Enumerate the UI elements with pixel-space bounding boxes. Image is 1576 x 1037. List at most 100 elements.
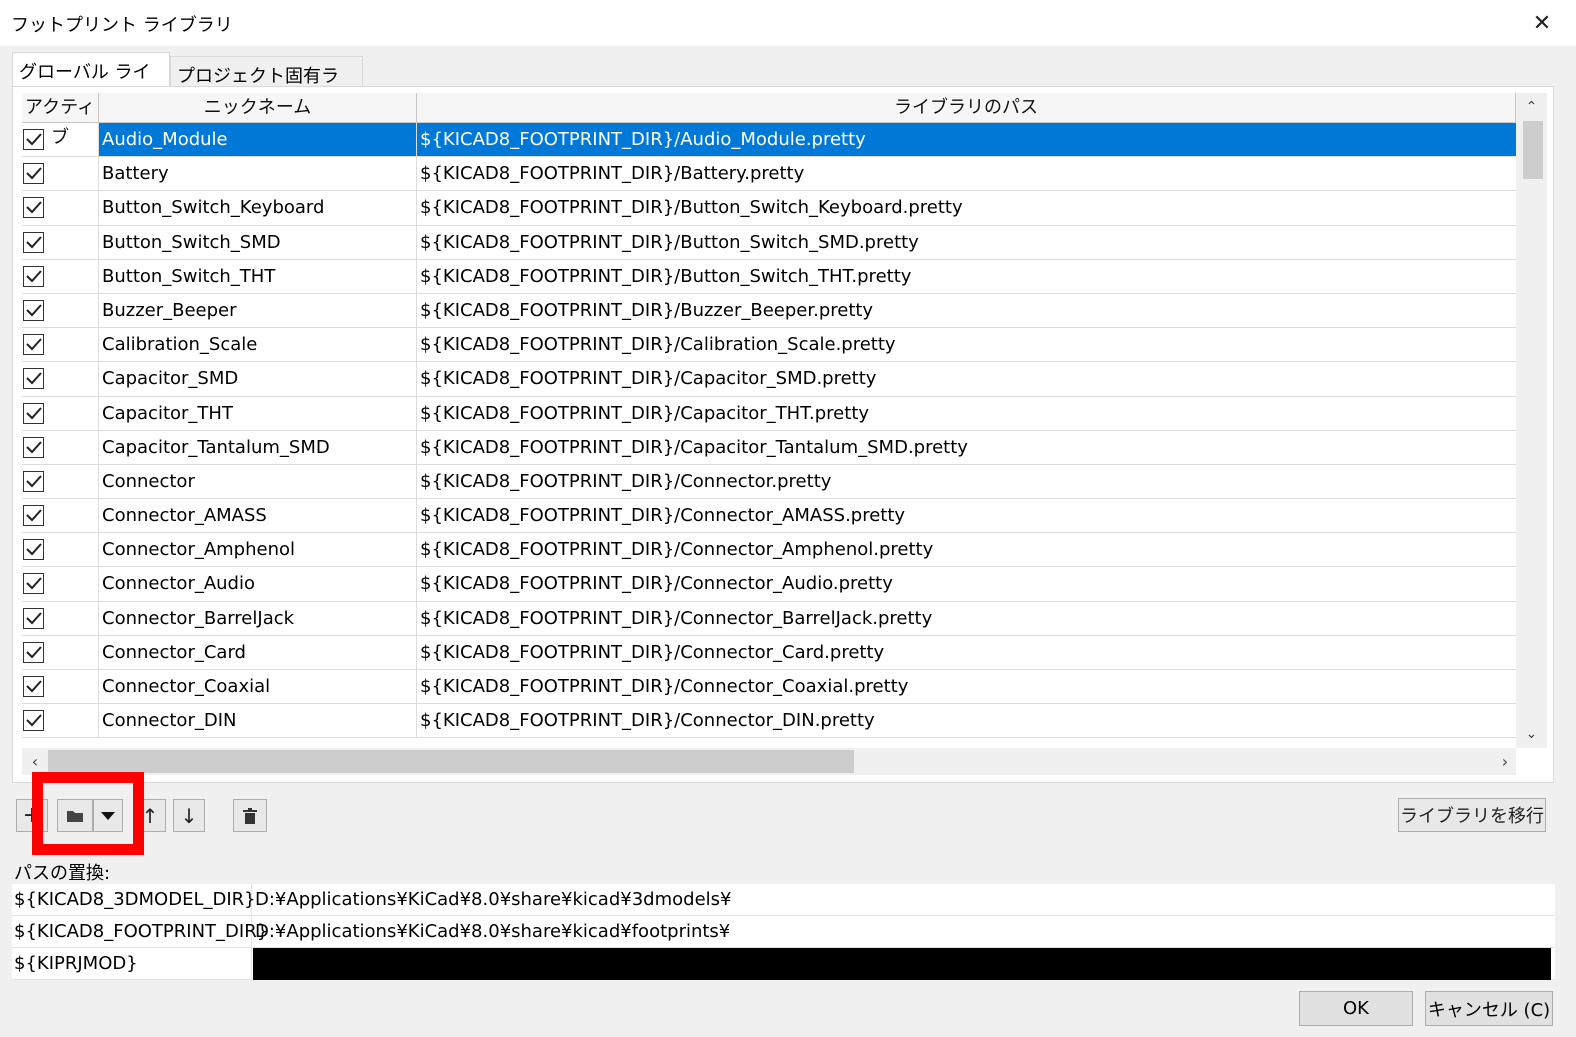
scroll-left-icon[interactable]: ‹ (22, 748, 48, 775)
move-up-button[interactable]: ↑ (134, 799, 166, 832)
scroll-right-icon[interactable]: › (1492, 748, 1518, 775)
nickname-cell[interactable]: Connector (99, 464, 417, 499)
table-row[interactable]: Button_Switch_THT ${KICAD8_FOOTPRINT_DIR}… (22, 259, 1516, 294)
active-checkbox[interactable] (23, 334, 44, 356)
tab-project-libraries[interactable]: プロジェクト固有ライブラリ (170, 56, 363, 113)
active-checkbox[interactable] (23, 710, 44, 732)
table-row[interactable]: Connector_Audio ${KICAD8_FOOTPRINT_DIR}/C… (22, 567, 1516, 602)
active-checkbox[interactable] (23, 505, 44, 527)
nickname-cell[interactable]: Connector_AMASS (99, 499, 417, 533)
table-row[interactable]: Capacitor_Tantalum_SMD ${KICAD8_FOOTPRINT… (22, 430, 1516, 465)
cancel-button[interactable]: キャンセル (C) (1425, 991, 1553, 1026)
nickname-cell[interactable]: Connector_Audio (99, 567, 417, 601)
library-path-cell[interactable]: ${KICAD8_FOOTPRINT_DIR}/Calibration_Scal… (417, 328, 1516, 361)
checkmark-icon (26, 270, 42, 283)
nickname-cell[interactable]: Connector_Amphenol (99, 533, 417, 567)
library-path-cell[interactable]: ${KICAD8_FOOTPRINT_DIR}/Audio_Module.pre… (417, 123, 1516, 157)
active-checkbox[interactable] (23, 539, 44, 561)
table-row[interactable]: Connector_Card ${KICAD8_FOOTPRINT_DIR}/Co… (22, 635, 1516, 670)
table-row[interactable]: Battery ${KICAD8_FOOTPRINT_DIR}/Battery.p… (22, 157, 1516, 192)
checkmark-icon (26, 680, 42, 693)
column-header-active[interactable]: アクティブ (22, 93, 99, 148)
nickname-cell[interactable]: Connector_Coaxial (99, 670, 417, 704)
migrate-libraries-button[interactable]: ライブラリを移行 (1398, 798, 1546, 832)
checkmark-icon (26, 475, 42, 488)
add-library-dropdown-button[interactable] (93, 799, 123, 832)
active-checkbox[interactable] (23, 402, 44, 424)
horizontal-scrollbar[interactable]: ‹ › (22, 748, 1516, 775)
library-path-cell[interactable]: ${KICAD8_FOOTPRINT_DIR}/Connector_Coaxia… (417, 670, 1516, 703)
table-row[interactable]: Connector_AMASS ${KICAD8_FOOTPRINT_DIR}/C… (22, 499, 1516, 534)
nickname-cell[interactable]: Connector_DIN (99, 704, 417, 738)
vertical-scrollbar[interactable]: ⌃ ⌄ (1516, 93, 1547, 748)
nickname-cell[interactable]: Connector_BarrelJack (99, 601, 417, 635)
table-row[interactable]: Connector_Coaxial ${KICAD8_FOOTPRINT_DIR}… (22, 670, 1516, 705)
nickname-cell[interactable]: Audio_Module (99, 123, 417, 157)
nickname-cell[interactable]: Battery (99, 157, 417, 191)
vertical-scroll-thumb[interactable] (1523, 121, 1543, 179)
table-row[interactable]: Connector ${KICAD8_FOOTPRINT_DIR}/Connect… (22, 464, 1516, 500)
substitution-key: ${KICAD8_3DMODEL_DIR} (12, 884, 256, 916)
active-checkbox[interactable] (23, 265, 44, 287)
table-row[interactable]: Button_Switch_Keyboard ${KICAD8_FOOTPRINT… (22, 191, 1516, 226)
column-header-path[interactable]: ライブラリのパス (417, 93, 1516, 123)
library-path-cell[interactable]: ${KICAD8_FOOTPRINT_DIR}/Button_Switch_TH… (417, 260, 1516, 293)
library-path-cell[interactable]: ${KICAD8_FOOTPRINT_DIR}/Battery.pretty (417, 157, 1516, 190)
active-checkbox[interactable] (23, 163, 44, 185)
table-row[interactable]: Audio_Module ${KICAD8_FOOTPRINT_DIR}/Audi… (22, 123, 1516, 158)
active-checkbox[interactable] (23, 607, 44, 629)
active-cell (22, 670, 99, 704)
active-checkbox[interactable] (23, 299, 44, 321)
add-library-button[interactable]: + (16, 799, 48, 832)
library-path-cell[interactable]: ${KICAD8_FOOTPRINT_DIR}/Connector.pretty (417, 465, 1516, 498)
table-row[interactable]: Connector_Amphenol ${KICAD8_FOOTPRINT_DIR… (22, 533, 1516, 568)
active-checkbox[interactable] (23, 573, 44, 595)
active-checkbox[interactable] (23, 470, 44, 492)
horizontal-scroll-thumb[interactable] (48, 750, 854, 773)
tab-global-libraries[interactable]: グローバル ライブラリ (12, 52, 170, 109)
active-checkbox[interactable] (23, 641, 44, 663)
table-row[interactable]: Calibration_Scale ${KICAD8_FOOTPRINT_DIR}… (22, 328, 1516, 363)
table-row[interactable]: Button_Switch_SMD ${KICAD8_FOOTPRINT_DIR}… (22, 225, 1516, 260)
library-path-cell[interactable]: ${KICAD8_FOOTPRINT_DIR}/Capacitor_SMD.pr… (417, 362, 1516, 395)
nickname-cell[interactable]: Capacitor_SMD (99, 362, 417, 396)
nickname-cell[interactable]: Button_Switch_Keyboard (99, 191, 417, 225)
nickname-cell[interactable]: Button_Switch_SMD (99, 225, 417, 259)
add-existing-library-button[interactable] (57, 799, 93, 832)
nickname-cell[interactable]: Capacitor_THT (99, 396, 417, 430)
delete-library-button[interactable] (233, 799, 267, 832)
library-path-cell[interactable]: ${KICAD8_FOOTPRINT_DIR}/Button_Switch_SM… (417, 226, 1516, 259)
active-checkbox[interactable] (23, 129, 44, 150)
active-checkbox[interactable] (23, 676, 44, 697)
nickname-cell[interactable]: Capacitor_Tantalum_SMD (99, 430, 417, 464)
library-path-cell[interactable]: ${KICAD8_FOOTPRINT_DIR}/Connector_AMASS.… (417, 499, 1516, 532)
scroll-down-icon[interactable]: ⌄ (1516, 720, 1547, 748)
library-path-cell[interactable]: ${KICAD8_FOOTPRINT_DIR}/Capacitor_THT.pr… (417, 397, 1516, 430)
active-checkbox[interactable] (23, 197, 44, 219)
library-path-cell[interactable]: ${KICAD8_FOOTPRINT_DIR}/Connector_Card.p… (417, 636, 1516, 669)
active-checkbox[interactable] (23, 368, 44, 390)
table-row[interactable]: Buzzer_Beeper ${KICAD8_FOOTPRINT_DIR}/Buz… (22, 293, 1516, 329)
table-row[interactable]: Capacitor_SMD ${KICAD8_FOOTPRINT_DIR}/Cap… (22, 362, 1516, 397)
table-row[interactable]: Connector_BarrelJack ${KICAD8_FOOTPRINT_D… (22, 601, 1516, 636)
nickname-cell[interactable]: Button_Switch_THT (99, 259, 417, 293)
nickname-cell[interactable]: Connector_Card (99, 635, 417, 669)
library-path-cell[interactable]: ${KICAD8_FOOTPRINT_DIR}/Connector_Barrel… (417, 602, 1516, 635)
library-path-cell[interactable]: ${KICAD8_FOOTPRINT_DIR}/Connector_Audio.… (417, 567, 1516, 600)
ok-button[interactable]: OK (1299, 991, 1413, 1026)
column-header-nickname[interactable]: ニックネーム (99, 93, 417, 123)
scroll-up-icon[interactable]: ⌃ (1516, 93, 1547, 121)
active-checkbox[interactable] (23, 436, 44, 458)
nickname-cell[interactable]: Calibration_Scale (99, 328, 417, 362)
library-path-cell[interactable]: ${KICAD8_FOOTPRINT_DIR}/Buzzer_Beeper.pr… (417, 294, 1516, 327)
active-checkbox[interactable] (23, 231, 44, 253)
library-path-cell[interactable]: ${KICAD8_FOOTPRINT_DIR}/Connector_Amphen… (417, 533, 1516, 566)
move-down-button[interactable]: ↓ (173, 799, 205, 832)
close-icon[interactable]: ✕ (1522, 6, 1562, 40)
table-row[interactable]: Capacitor_THT ${KICAD8_FOOTPRINT_DIR}/Cap… (22, 396, 1516, 431)
table-row[interactable]: Connector_DIN ${KICAD8_FOOTPRINT_DIR}/Con… (22, 704, 1516, 739)
nickname-cell[interactable]: Buzzer_Beeper (99, 293, 417, 328)
library-path-cell[interactable]: ${KICAD8_FOOTPRINT_DIR}/Connector_DIN.pr… (417, 704, 1516, 737)
library-path-cell[interactable]: ${KICAD8_FOOTPRINT_DIR}/Capacitor_Tantal… (417, 431, 1516, 464)
library-path-cell[interactable]: ${KICAD8_FOOTPRINT_DIR}/Button_Switch_Ke… (417, 191, 1516, 224)
